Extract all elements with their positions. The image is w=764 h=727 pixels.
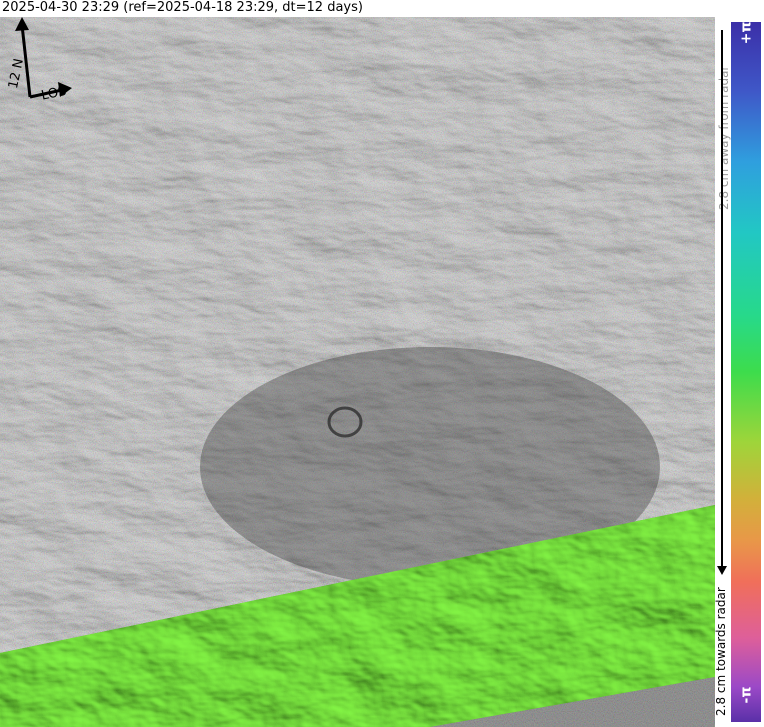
terrain-canvas — [0, 17, 715, 727]
colorbar-bottom-label: -π — [737, 686, 754, 704]
towards-radar-label: 2.8 cm towards radar — [714, 587, 728, 716]
interferogram-map[interactable]: 12 N LOS — [0, 17, 715, 727]
arrow-down-icon — [717, 566, 727, 575]
towards-radar-arrow-line — [721, 30, 723, 570]
page-title: 2025-04-30 23:29 (ref=2025-04-18 23:29, … — [2, 0, 363, 15]
away-from-radar-label: 2.8 cm away from radar — [717, 65, 731, 210]
colorbar-top-label: +π — [738, 21, 754, 45]
phase-colorbar — [731, 22, 761, 722]
